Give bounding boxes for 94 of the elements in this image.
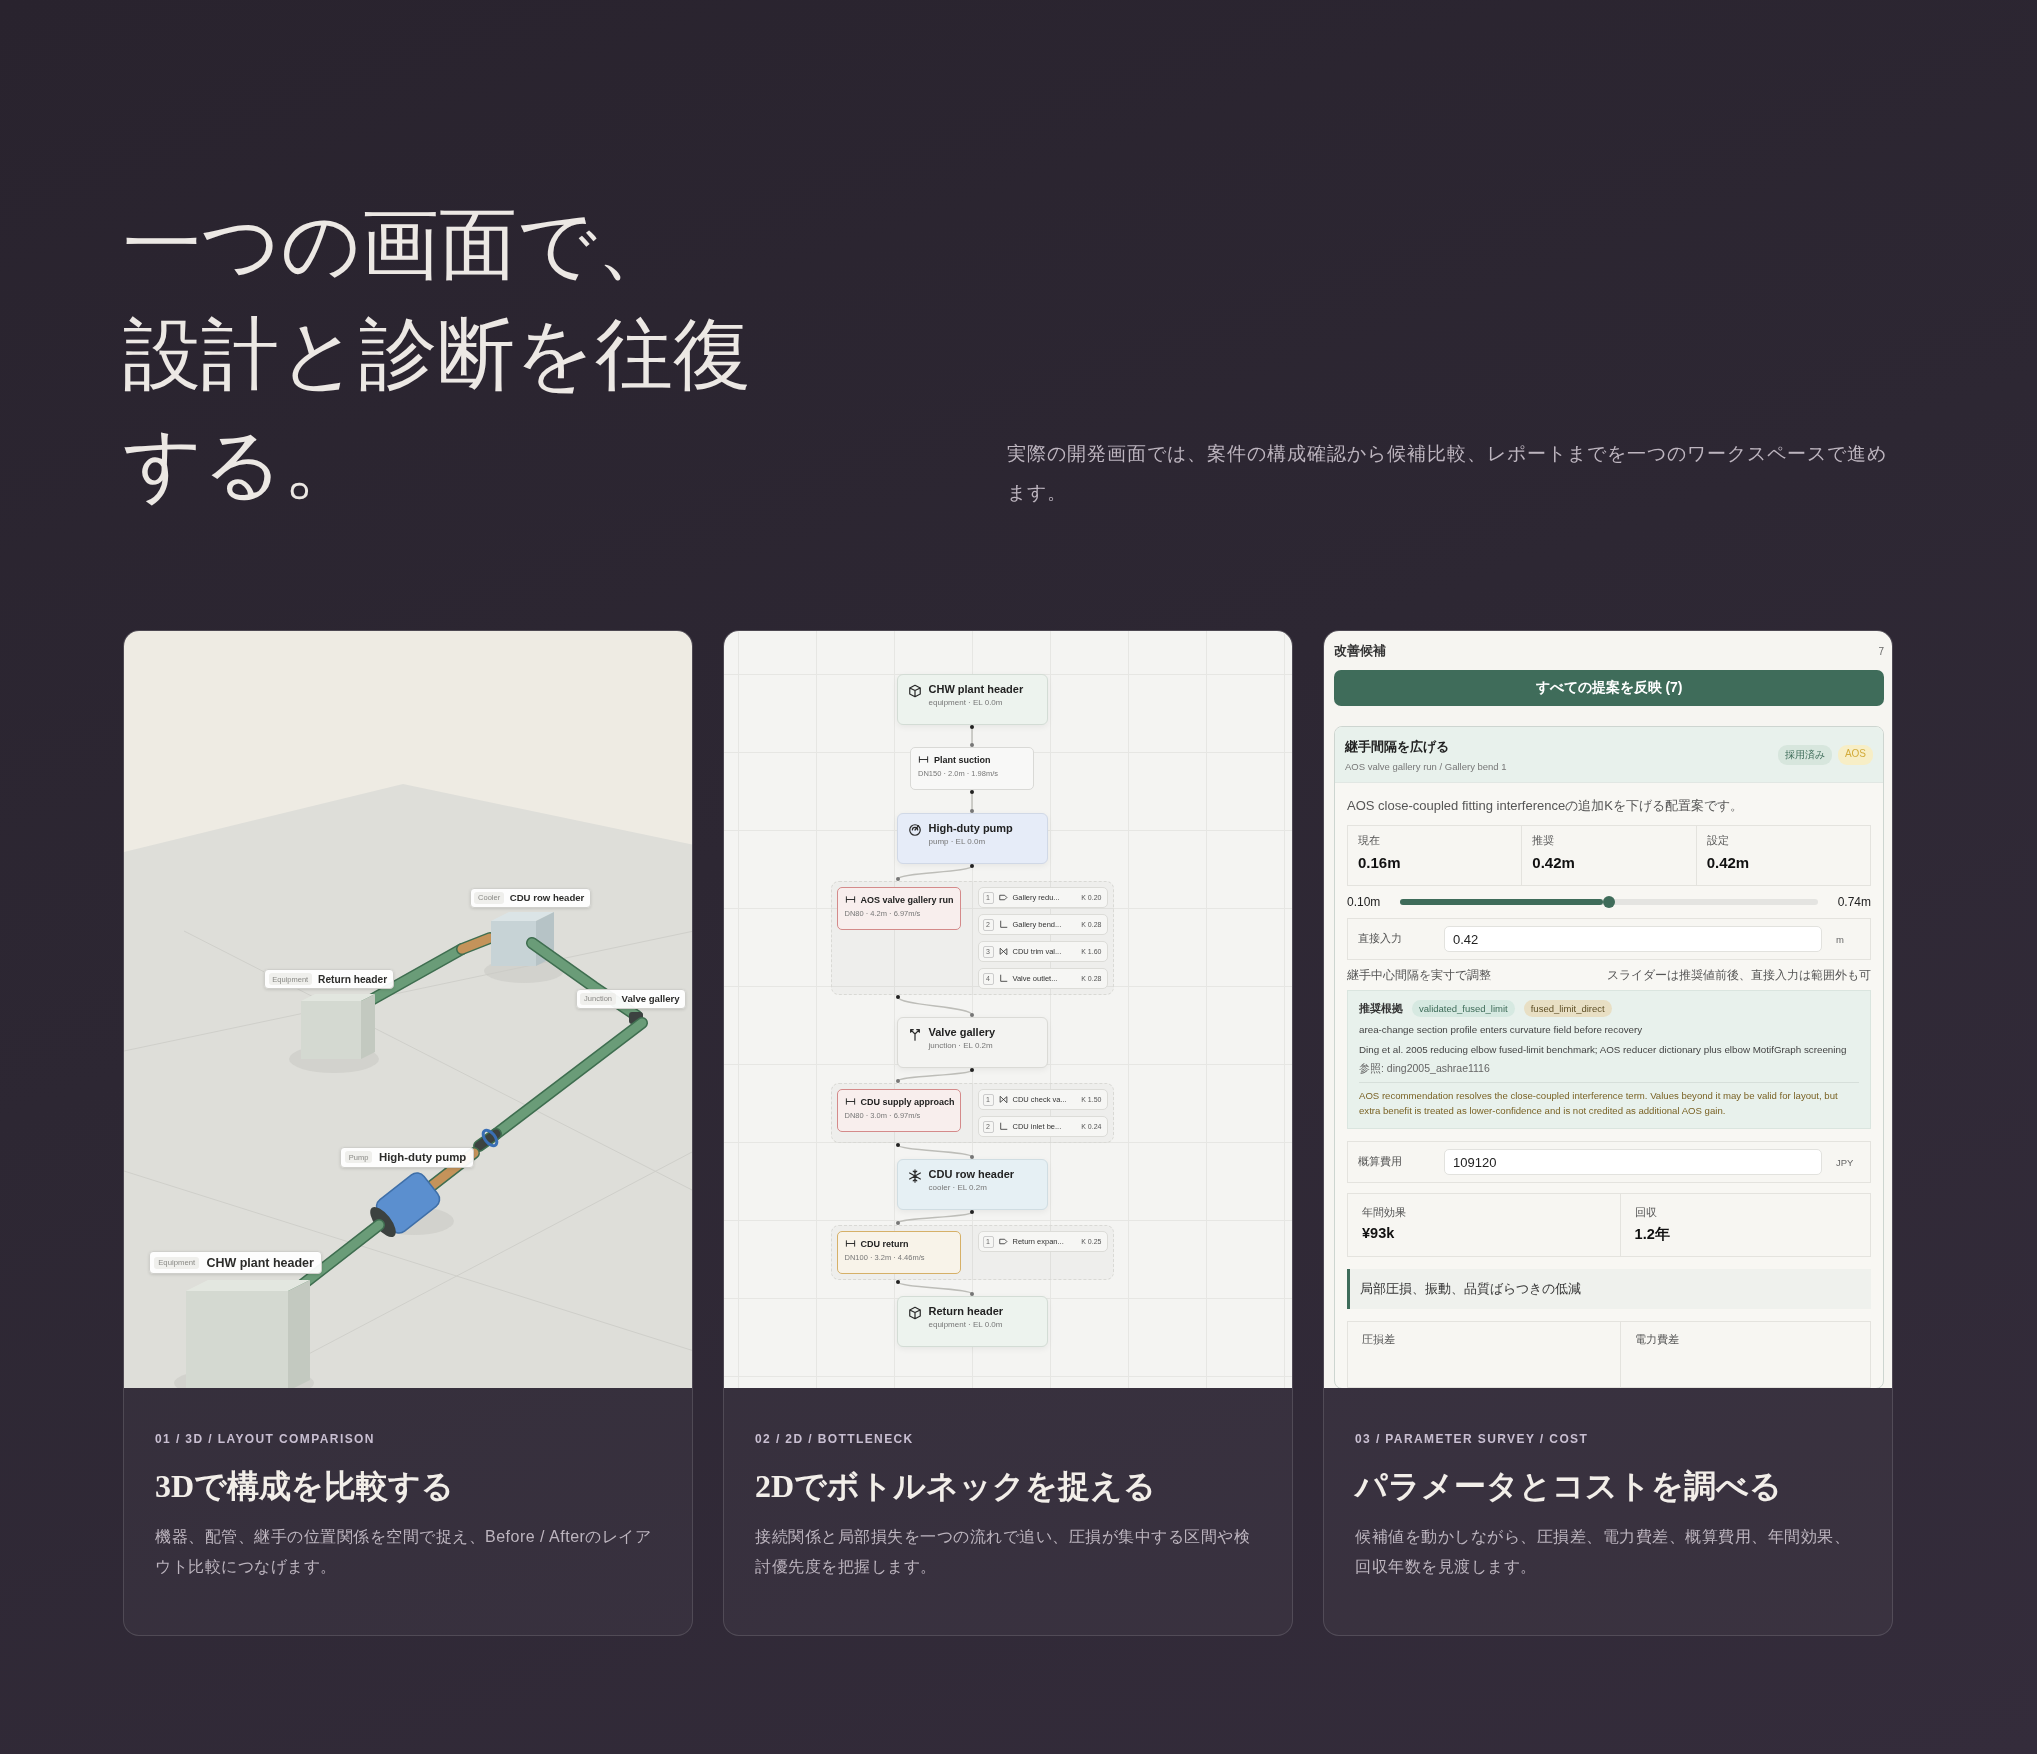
node-title: CDU supply approach bbox=[860, 1096, 955, 1107]
reducer-icon bbox=[998, 893, 1008, 902]
card-title: 2Dでボトルネックを捉える bbox=[755, 1467, 1158, 1506]
flow-node[interactable]: High-duty pump pump · EL 0.0m bbox=[896, 813, 1048, 864]
stat-label: 年間効果 bbox=[1362, 1206, 1407, 1220]
node-meta: junction · EL 0.2m bbox=[928, 1041, 994, 1050]
node-meta: equipment · EL 0.0m bbox=[928, 698, 1004, 707]
cube-icon bbox=[907, 1306, 922, 1320]
flow-node[interactable]: Valve gallery junction · EL 0.2m bbox=[896, 1017, 1048, 1068]
stat-label: 回収 bbox=[1634, 1206, 1658, 1220]
pump-icon bbox=[907, 823, 922, 837]
card-title: パラメータとコストを調べる bbox=[1355, 1467, 1783, 1506]
card-description: 候補値を動かしながら、圧損差、電力費差、概算費用、年間効果、回収年数を見渡します。 bbox=[1355, 1527, 1851, 1577]
status-badge: 採用済み bbox=[1777, 745, 1832, 765]
unit-label: JPY bbox=[1836, 1156, 1855, 1168]
input-field[interactable]: 109120 bbox=[1444, 1149, 1822, 1175]
hint-text: 継手中心間隔を実寸で調整 bbox=[1347, 967, 1491, 984]
pipe-span-icon bbox=[918, 754, 929, 765]
unit-label: m bbox=[1836, 933, 1845, 945]
node-title: High-duty pump bbox=[928, 822, 1013, 834]
card-eyebrow: 01 / 3D / LAYOUT COMPARISON bbox=[155, 1432, 376, 1446]
hero-lead-text: 実際の開発画面では、案件の構成確認から候補比較、レポートまでを一つのワークスペースで進めます。 bbox=[1007, 442, 1888, 505]
rationale-title: 推奨根拠 bbox=[1359, 1001, 1403, 1016]
slider-track[interactable] bbox=[1400, 899, 1818, 905]
node-name: CDU row header bbox=[509, 892, 585, 904]
slider-max-label: 0.74m bbox=[1837, 895, 1871, 909]
node-meta: cooler · EL 0.2m bbox=[928, 1183, 988, 1192]
node-title: AOS valve gallery run bbox=[860, 894, 954, 905]
apply-all-button[interactable]: すべての提案を反映 (7) bbox=[1334, 670, 1884, 706]
rationale-tag: fused_limit_direct bbox=[1523, 1000, 1612, 1017]
bend-icon bbox=[998, 974, 1008, 983]
card-title: 3Dで構成を比較する bbox=[155, 1467, 456, 1506]
node-name: CHW plant header bbox=[206, 1255, 314, 1270]
stat-label: 推奨 bbox=[1532, 834, 1556, 848]
count-label: 7 bbox=[1878, 645, 1884, 657]
pipe-span-icon bbox=[844, 1096, 856, 1107]
stat-value: 0.42m bbox=[1706, 854, 1751, 871]
proposal-description: AOS close-coupled fitting interferenceの追加Kを下げる配置案です。 bbox=[1347, 797, 1744, 815]
node-title: CDU row header bbox=[928, 1168, 1015, 1180]
stat-label: 設定 bbox=[1706, 834, 1730, 848]
node-title: CDU return bbox=[860, 1238, 909, 1249]
flow-node[interactable]: CHW plant header equipment · EL 0.0m bbox=[896, 674, 1048, 725]
input-field[interactable]: 0.42 bbox=[1444, 926, 1822, 952]
slider-fill[interactable] bbox=[1400, 899, 1603, 905]
node-title: CHW plant header bbox=[928, 683, 1024, 695]
stat-value: 0.42m bbox=[1532, 854, 1576, 871]
stat-label: 電力費差 bbox=[1634, 1333, 1680, 1347]
node-name: High-duty pump bbox=[378, 1151, 467, 1164]
slider-thumb[interactable] bbox=[1603, 896, 1615, 908]
slider-min-label: 0.10m bbox=[1347, 895, 1381, 909]
hint-text: スライダーは推奨値前後、直接入力は範囲外も可 bbox=[1607, 967, 1871, 984]
connector-line bbox=[970, 725, 974, 747]
proposal-title: 継手間隔を広げる bbox=[1345, 738, 1450, 756]
card-description: 接続関係と局部損失を一つの流れで追い、圧損が集中する区間や検討優先度を把握します。 bbox=[755, 1527, 1251, 1577]
field-label: 概算費用 bbox=[1358, 1155, 1403, 1169]
stat-value: 1.2年 bbox=[1634, 1225, 1671, 1244]
card-eyebrow: 02 / 2D / BOTTLENECK bbox=[755, 1432, 915, 1446]
cube-icon bbox=[907, 684, 922, 698]
valve-icon bbox=[998, 1095, 1008, 1104]
rationale-text: area-change section profile enters curvature field before recovery bbox=[1359, 1023, 1644, 1037]
valve-icon bbox=[998, 947, 1008, 956]
snowflake-icon bbox=[907, 1169, 922, 1183]
card-description: 機器、配管、継手の位置関係を空間で捉え、Before / Afterのレイアウト比較につなげます。 bbox=[155, 1527, 653, 1577]
section-heading: 局部圧損、振動、品質ばらつきの低減 bbox=[1347, 1269, 1871, 1309]
panel-title: 改善候補 bbox=[1334, 642, 1386, 660]
stat-value: 0.16m bbox=[1358, 854, 1402, 871]
rationale-tag: validated_fused_limit bbox=[1412, 1000, 1515, 1017]
node-name: Return header bbox=[318, 973, 388, 985]
stat-label: 現在 bbox=[1358, 834, 1381, 848]
node-title: Plant suction bbox=[934, 754, 991, 765]
pipe-span-icon bbox=[844, 1238, 856, 1249]
status-badge: AOS bbox=[1837, 745, 1873, 765]
rationale-text: Ding et al. 2005 reducing elbow fused-limit benchmark; AOS reducer dictionary plus elbow MotifGraph screening bbox=[1359, 1043, 1848, 1057]
node-title: Valve gallery bbox=[928, 1026, 996, 1038]
stat-label: 圧損差 bbox=[1362, 1333, 1396, 1347]
hero-title: 一つの画面で、 設計と診断を往復 する。 bbox=[123, 200, 752, 510]
reference-text: 参照: ding2005_ashrae1116 bbox=[1359, 1062, 1859, 1083]
card-eyebrow: 03 / PARAMETER SURVEY / COST bbox=[1355, 1432, 1590, 1446]
node-title: Return header bbox=[928, 1305, 1004, 1317]
node-meta: pump · EL 0.0m bbox=[928, 837, 987, 846]
stat-value: ¥93k bbox=[1362, 1225, 1396, 1241]
bend-icon bbox=[998, 1122, 1008, 1131]
proposal-path: AOS valve gallery run / Gallery bend 1 bbox=[1345, 761, 1507, 772]
flow-node[interactable]: Return header equipment · EL 0.0m bbox=[896, 1296, 1048, 1347]
caution-note: AOS recommendation resolves the close-coupled interference term. Values beyond it may be valid for layout, but extra benefit is treated as lower-confidence and is not credited as additional AOS gain. bbox=[1359, 1089, 1839, 1118]
node-name: Valve gallery bbox=[621, 993, 680, 1005]
reducer-icon bbox=[998, 1237, 1008, 1246]
node-meta: equipment · EL 0.0m bbox=[928, 1320, 1004, 1329]
bend-icon bbox=[998, 920, 1008, 929]
pipe-span-icon bbox=[844, 894, 856, 905]
connector-line bbox=[970, 790, 974, 813]
flow-node[interactable]: CDU row header cooler · EL 0.2m bbox=[896, 1159, 1048, 1210]
fork-arrow-icon bbox=[907, 1027, 922, 1041]
field-label: 直接入力 bbox=[1358, 932, 1403, 946]
